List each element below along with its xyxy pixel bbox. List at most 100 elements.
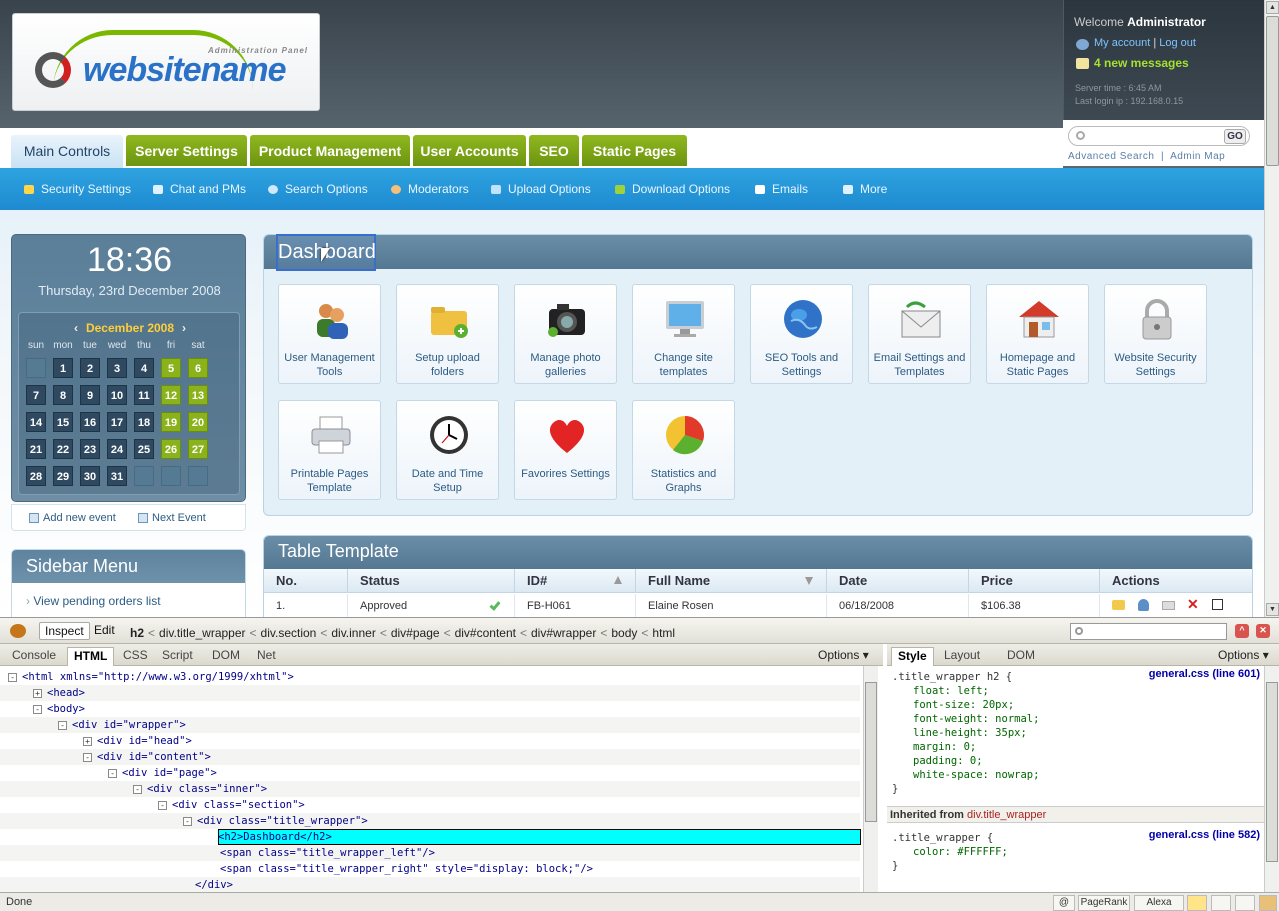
calendar-day[interactable]: 18 — [134, 412, 154, 432]
calendar-day[interactable]: 21 — [26, 439, 46, 459]
calendar-day[interactable]: 11 — [134, 385, 154, 405]
add-event-link[interactable]: Add new event — [43, 512, 116, 524]
dashboard-card[interactable]: Website Security Settings — [1104, 284, 1207, 384]
collapse-icon[interactable]: - — [8, 673, 17, 682]
style-scroll-thumb[interactable] — [1266, 682, 1278, 862]
subnav-download-options[interactable]: Download Options — [615, 182, 730, 196]
collapse-icon[interactable]: - — [58, 721, 67, 730]
collapse-icon[interactable]: - — [33, 705, 42, 714]
subnav-chat-and-pms[interactable]: Chat and PMs — [153, 182, 246, 196]
calendar-day[interactable]: 10 — [107, 385, 127, 405]
logout-link[interactable]: Log out — [1159, 37, 1196, 49]
dashboard-card[interactable]: Favorires Settings — [514, 400, 617, 500]
html-node[interactable]: </div> — [195, 877, 233, 892]
search-go-button[interactable]: GO — [1224, 129, 1246, 144]
html-options-menu[interactable]: Options ▾ — [818, 648, 869, 662]
subnav-emails[interactable]: Emails — [755, 182, 808, 196]
html-scroll-thumb[interactable] — [865, 682, 877, 822]
html-node[interactable]: - <div id="wrapper"> — [58, 717, 186, 733]
calendar-day[interactable]: 29 — [53, 466, 73, 486]
breadcrumb-item[interactable]: div.inner — [331, 626, 375, 640]
html-node[interactable]: <span class="title_wrapper_right" style=… — [220, 861, 593, 877]
tab-script[interactable]: Script — [156, 647, 199, 666]
page-scrollbar[interactable]: ▲ ▼ — [1264, 0, 1279, 617]
scroll-thumb[interactable] — [1266, 16, 1279, 166]
addon-icon-1[interactable] — [1187, 895, 1207, 911]
calendar-next-button[interactable]: › — [182, 321, 186, 335]
dashboard-card[interactable]: User Management Tools — [278, 284, 381, 384]
dashboard-card[interactable]: Date and Time Setup — [396, 400, 499, 500]
tab-html[interactable]: HTML — [67, 647, 115, 666]
calendar-day[interactable]: 8 — [53, 385, 73, 405]
subnav-search-options[interactable]: Search Options — [268, 182, 368, 196]
tab-console[interactable]: Console — [6, 647, 62, 666]
html-scrollbar[interactable] — [863, 666, 878, 892]
tab-main-controls[interactable]: Main Controls — [11, 135, 123, 168]
inherited-from-link[interactable]: div.title_wrapper — [967, 809, 1046, 821]
firebug-search-input[interactable] — [1070, 623, 1227, 640]
calendar-day[interactable]: 16 — [80, 412, 100, 432]
breadcrumb-item[interactable]: body — [611, 626, 637, 640]
html-node[interactable]: - <div class="title_wrapper"> — [183, 813, 368, 829]
tab-server-settings[interactable]: Server Settings — [126, 135, 247, 166]
sidebar-item-pending-orders[interactable]: › View pending orders list — [26, 594, 161, 608]
expand-icon[interactable]: + — [83, 737, 92, 746]
html-node[interactable]: <span class="title_wrapper_left"/> — [220, 845, 435, 861]
scroll-down-arrow[interactable]: ▼ — [1266, 603, 1279, 616]
advanced-search-link[interactable]: Advanced Search — [1068, 151, 1154, 162]
alexa-widget[interactable]: Alexa — [1134, 895, 1184, 911]
subnav-moderators[interactable]: Moderators — [391, 182, 469, 196]
tab-style[interactable]: Style — [891, 647, 934, 666]
calendar-day[interactable]: 12 — [161, 385, 181, 405]
calendar-day[interactable]: 5 — [161, 358, 181, 378]
pagerank-widget[interactable]: PageRank — [1078, 895, 1130, 911]
mail-icon[interactable] — [1162, 601, 1175, 610]
html-node[interactable]: - <body> — [33, 701, 85, 717]
gmail-icon[interactable] — [1211, 895, 1231, 911]
search-input[interactable]: GO — [1068, 126, 1250, 146]
subnav-security-settings[interactable]: Security Settings — [24, 182, 131, 196]
tab-static-pages[interactable]: Static Pages — [582, 135, 687, 166]
calendar-day[interactable]: 25 — [134, 439, 154, 459]
addon-icon-2[interactable] — [1235, 895, 1255, 911]
tab-side-dom[interactable]: DOM — [1001, 647, 1041, 666]
calendar-day[interactable]: 28 — [26, 466, 46, 486]
calendar-day[interactable]: 15 — [53, 412, 73, 432]
col-no[interactable]: No. — [264, 569, 348, 593]
dashboard-card[interactable]: Setup upload folders — [396, 284, 499, 384]
dashboard-card[interactable]: SEO Tools and Settings — [750, 284, 853, 384]
col-price[interactable]: Price — [969, 569, 1100, 593]
calendar-day[interactable]: 3 — [107, 358, 127, 378]
tab-user-accounts[interactable]: User Accounts — [413, 135, 526, 166]
checkbox[interactable] — [1212, 599, 1223, 610]
css-source-link[interactable]: general.css (line 582) — [1149, 829, 1260, 841]
calendar-day[interactable]: 22 — [53, 439, 73, 459]
col-date[interactable]: Date — [827, 569, 969, 593]
sort-asc-icon[interactable] — [614, 576, 622, 584]
expand-icon[interactable]: + — [33, 689, 42, 698]
subnav-more[interactable]: More — [843, 182, 887, 196]
collapse-icon[interactable]: - — [108, 769, 117, 778]
calendar-day[interactable]: 14 — [26, 412, 46, 432]
calendar-day[interactable]: 26 — [161, 439, 181, 459]
breadcrumb-item[interactable]: h2 — [130, 626, 144, 640]
my-account-link[interactable]: My account — [1094, 37, 1150, 49]
html-node[interactable]: - <html xmlns="http://www.w3.org/1999/xht… — [8, 669, 294, 685]
dashboard-card[interactable]: Homepage and Static Pages — [986, 284, 1089, 384]
tab-seo[interactable]: SEO — [529, 135, 579, 166]
html-node[interactable]: + <div id="head"> — [83, 733, 192, 749]
site-logo[interactable]: Administration Panel websitename — [12, 13, 320, 111]
breadcrumb-item[interactable]: div.section — [261, 626, 317, 640]
breadcrumb-item[interactable]: div#wrapper — [531, 626, 596, 640]
calendar-day[interactable]: 23 — [80, 439, 100, 459]
calendar-day[interactable]: 20 — [188, 412, 208, 432]
firebug-bug-icon[interactable] — [10, 624, 26, 638]
html-node[interactable]: - <div class="section"> — [158, 797, 305, 813]
collapse-icon[interactable]: - — [83, 753, 92, 762]
delete-icon[interactable]: ✕ — [1187, 596, 1199, 613]
inspect-button[interactable]: Inspect — [39, 622, 90, 640]
user-icon[interactable] — [1138, 599, 1149, 611]
collapse-icon[interactable]: - — [183, 817, 192, 826]
tab-css[interactable]: CSS — [117, 647, 154, 666]
breadcrumb-item[interactable]: div.title_wrapper — [159, 626, 245, 640]
